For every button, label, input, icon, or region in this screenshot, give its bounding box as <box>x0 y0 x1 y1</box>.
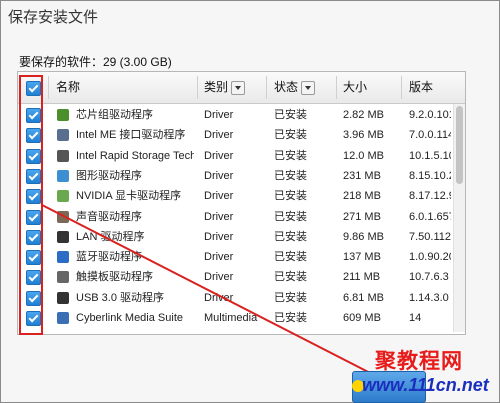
site-watermark: 聚教程网 www.111cn.net <box>340 345 500 403</box>
watermark-brand: 聚教程网 <box>375 350 463 373</box>
watermark-url: www.111cn.net <box>362 375 489 395</box>
annotation-arrow-line <box>41 204 381 379</box>
